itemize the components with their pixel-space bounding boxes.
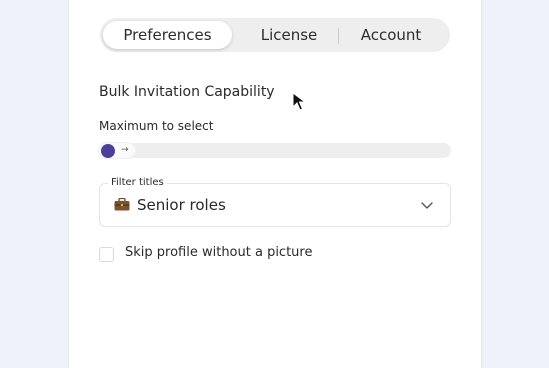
filter-titles-label: Filter titles bbox=[108, 177, 167, 188]
skip-profile-label[interactable]: Skip profile without a picture bbox=[125, 245, 312, 260]
tab-account[interactable]: Account bbox=[348, 21, 434, 49]
skip-profile-checkbox[interactable] bbox=[99, 247, 114, 262]
mouse-pointer-icon bbox=[292, 92, 307, 111]
tab-bar: Preferences License Account bbox=[100, 18, 450, 52]
arrow-right-icon: → bbox=[121, 145, 129, 155]
slider-handle[interactable]: → bbox=[99, 143, 135, 158]
section-title: Bulk Invitation Capability bbox=[99, 84, 275, 100]
tab-preferences[interactable]: Preferences bbox=[103, 21, 232, 49]
chevron-down-icon[interactable] bbox=[420, 198, 434, 212]
slider-label: Maximum to select bbox=[99, 119, 214, 133]
settings-panel: Preferences License Account Bulk Invitat… bbox=[68, 0, 482, 368]
filter-titles-value: Senior roles bbox=[137, 196, 226, 214]
filter-titles-select[interactable]: Filter titles Senior roles bbox=[99, 177, 451, 227]
tab-license[interactable]: License bbox=[246, 21, 332, 49]
tab-divider bbox=[338, 28, 339, 44]
briefcase-icon bbox=[114, 198, 130, 211]
slider-thumb[interactable] bbox=[101, 144, 115, 158]
maximum-slider[interactable]: → bbox=[99, 143, 451, 158]
